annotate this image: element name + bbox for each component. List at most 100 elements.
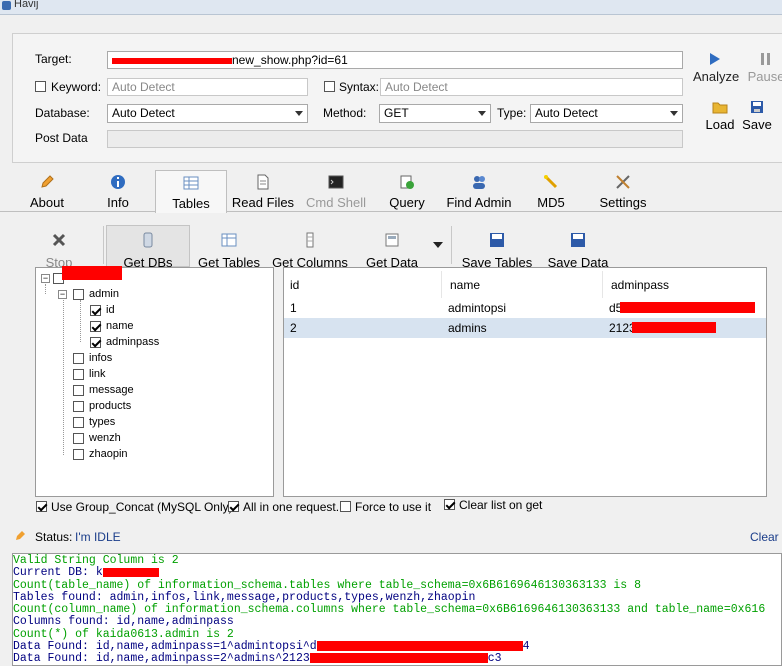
- log-console[interactable]: Valid String Column is 2 Current DB: k C…: [12, 553, 782, 666]
- clear-list-checkbox[interactable]: [444, 499, 455, 510]
- tree-table-checkbox[interactable]: [73, 449, 84, 460]
- save-label: Save: [742, 117, 772, 132]
- tab-query[interactable]: Query: [386, 166, 428, 214]
- tab-find-admin[interactable]: Find Admin: [444, 166, 514, 214]
- post-data-input[interactable]: [107, 130, 683, 148]
- folder-icon: [712, 102, 728, 114]
- tree-table-checkbox[interactable]: [73, 433, 84, 444]
- close-icon: [52, 233, 66, 247]
- grid-cell: 2: [290, 321, 297, 335]
- collapse-icon[interactable]: −: [58, 290, 67, 299]
- syntax-input[interactable]: Auto Detect: [380, 78, 683, 96]
- grid-header-id[interactable]: id: [290, 275, 299, 295]
- grid-header-adminpass[interactable]: adminpass: [611, 275, 669, 295]
- tree-column-checkbox[interactable]: [90, 337, 101, 348]
- users-icon: [473, 176, 485, 189]
- log-line: Data Found: id,name,adminpass=2^admins^2…: [13, 652, 502, 666]
- tree-table-types[interactable]: types: [89, 414, 115, 430]
- grid-cell: 1: [290, 301, 297, 315]
- tree-column-name[interactable]: name: [106, 318, 134, 334]
- tree-table-zhaopin[interactable]: zhaopin: [89, 446, 128, 462]
- redaction-bar: [309, 653, 488, 664]
- db-tree[interactable]: [35, 267, 274, 497]
- save-tables-button[interactable]: Save Tables: [461, 226, 533, 270]
- grid-header-name[interactable]: name: [450, 275, 480, 295]
- target-url-text: new_show.php?id=61: [232, 53, 348, 67]
- analyze-button[interactable]: Analyze: [693, 52, 739, 84]
- syntax-checkbox[interactable]: [324, 81, 335, 92]
- tree-table-checkbox[interactable]: [73, 353, 84, 364]
- query-icon: [400, 175, 414, 189]
- keyword-checkbox[interactable]: [35, 81, 46, 92]
- tab-info[interactable]: Info: [96, 166, 140, 214]
- tree-table-checkbox[interactable]: [73, 369, 84, 380]
- tree-table-wenzh[interactable]: wenzh: [89, 430, 121, 446]
- tree-table-checkbox[interactable]: [73, 385, 84, 396]
- tree-table-infos[interactable]: infos: [89, 350, 112, 366]
- grid-cell: admintopsi: [448, 301, 507, 315]
- log-line: Valid String Column is 2: [13, 554, 179, 567]
- get-data-button[interactable]: Get Data: [364, 226, 420, 270]
- type-label: Type:: [497, 106, 527, 120]
- database-icon: [143, 232, 153, 248]
- tree-table-checkbox[interactable]: [73, 401, 84, 412]
- tab-about[interactable]: About: [22, 166, 72, 214]
- tree-column-checkbox[interactable]: [90, 321, 101, 332]
- tab-read-files[interactable]: Read Files: [231, 166, 295, 214]
- redaction-bar: [102, 567, 159, 577]
- tree-column-id[interactable]: id: [106, 302, 115, 318]
- save-button[interactable]: Save: [741, 100, 773, 132]
- tree-table-admin[interactable]: admin: [89, 286, 119, 302]
- save-data-button[interactable]: Save Data: [547, 226, 609, 270]
- tree-table-checkbox[interactable]: [73, 417, 84, 428]
- database-select[interactable]: Auto Detect: [107, 104, 308, 123]
- title-bar: Havij: [0, 0, 782, 15]
- status-icon: [16, 531, 25, 540]
- stop-button[interactable]: Stop: [42, 226, 76, 270]
- get-data-dropdown-icon[interactable]: [433, 242, 443, 248]
- clear-list-label: Clear list on get: [459, 498, 543, 512]
- clear-log-link[interactable]: Clear L: [750, 530, 782, 544]
- all-in-one-label: All in one request.: [243, 500, 340, 514]
- tab-cmd-shell[interactable]: Cmd Shell: [304, 166, 368, 214]
- get-columns-button[interactable]: Get Columns: [272, 226, 348, 270]
- tree-table-link[interactable]: link: [89, 366, 106, 382]
- target-input[interactable]: new_show.php?id=61: [107, 51, 683, 69]
- grid-column-divider[interactable]: [441, 271, 442, 299]
- redacted-db-name: [62, 266, 122, 280]
- get-dbs-button[interactable]: Get DBs: [106, 225, 190, 270]
- tree-table-message[interactable]: message: [89, 382, 134, 398]
- play-icon: [710, 53, 720, 65]
- grid-header-row: [284, 271, 766, 300]
- syntax-label: Syntax:: [339, 80, 380, 94]
- tab-md5[interactable]: MD5: [532, 166, 570, 214]
- tree-table-products[interactable]: products: [89, 398, 131, 414]
- keyword-input[interactable]: Auto Detect: [107, 78, 308, 96]
- tab-md5-label: MD5: [537, 195, 565, 210]
- group-concat-checkbox[interactable]: [36, 501, 47, 512]
- toolbar-separator: [451, 226, 452, 264]
- method-select[interactable]: GET: [379, 104, 491, 123]
- force-checkbox[interactable]: [340, 501, 351, 512]
- pause-button[interactable]: Pause: [746, 52, 782, 84]
- all-in-one-checkbox[interactable]: [228, 501, 239, 512]
- tree-line: [63, 300, 64, 455]
- collapse-icon[interactable]: −: [41, 274, 50, 283]
- tab-read-files-label: Read Files: [231, 195, 295, 210]
- target-label: Target:: [35, 52, 72, 66]
- load-button[interactable]: Load: [703, 100, 737, 132]
- tab-tables[interactable]: Tables: [155, 170, 227, 213]
- app-icon: [2, 1, 11, 10]
- tree-column-adminpass[interactable]: adminpass: [106, 334, 159, 350]
- tree-column-checkbox[interactable]: [90, 305, 101, 316]
- type-select[interactable]: Auto Detect: [530, 104, 683, 123]
- tree-table-checkbox[interactable]: [73, 289, 84, 300]
- tab-tables-label: Tables: [172, 196, 210, 211]
- floppy-icon: [751, 101, 763, 113]
- table-icon: [221, 233, 237, 247]
- get-tables-button[interactable]: Get Tables: [197, 226, 261, 270]
- grid-column-divider[interactable]: [602, 271, 603, 299]
- tab-settings[interactable]: Settings: [597, 166, 649, 214]
- log-line: Current DB: k: [13, 567, 781, 579]
- chevron-down-icon: [670, 111, 678, 116]
